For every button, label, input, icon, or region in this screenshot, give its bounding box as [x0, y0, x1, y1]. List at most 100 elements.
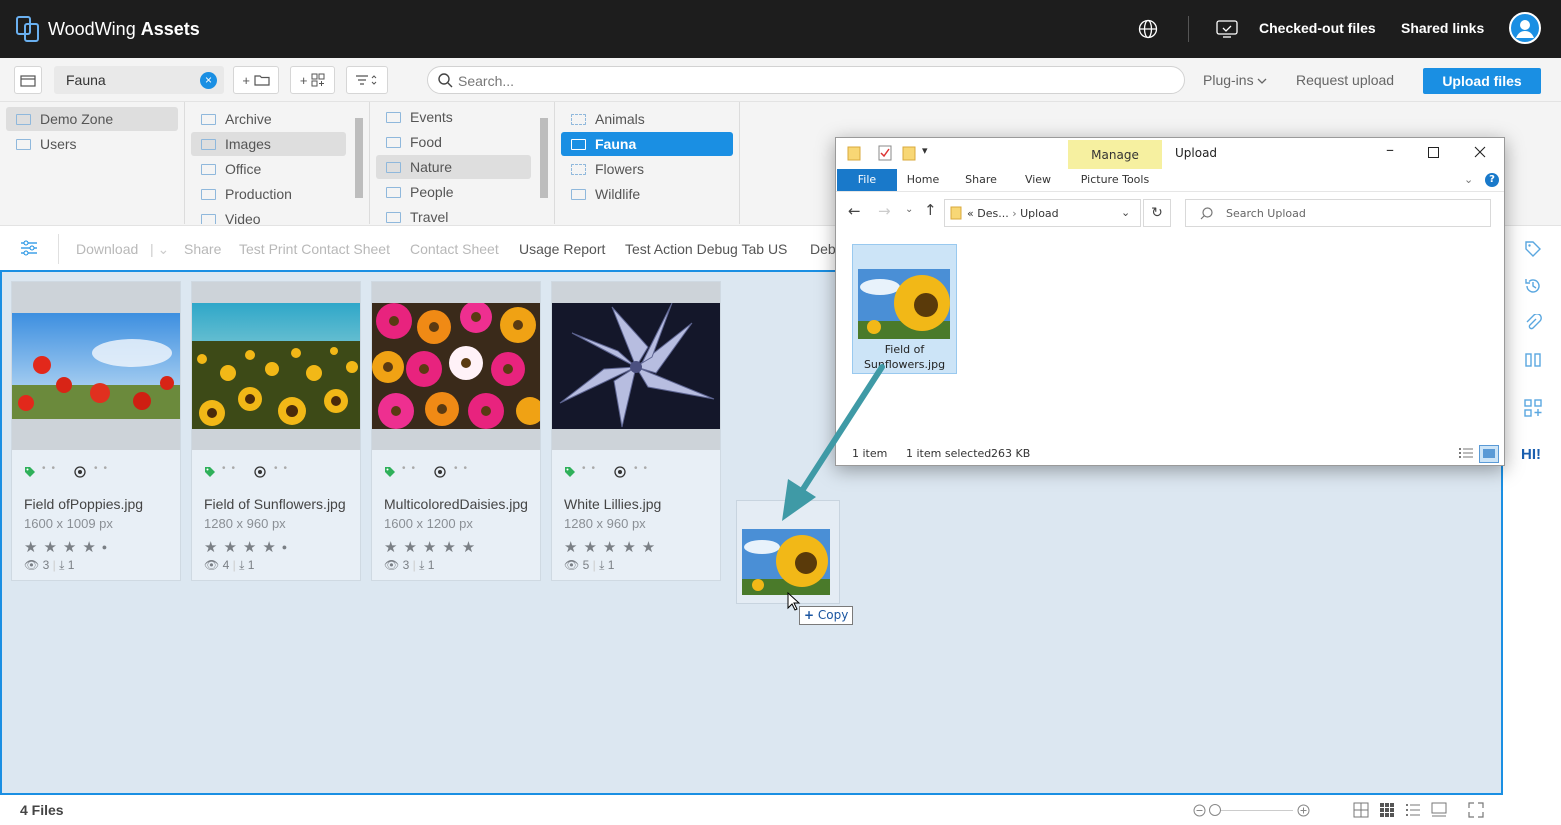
scrollbar[interactable] [353, 106, 365, 218]
metadata-dots: •• [634, 463, 654, 474]
book-icon[interactable] [1524, 351, 1542, 369]
file-card[interactable]: •• •• Field of Sunflowers.jpg 1280 x 960… [191, 281, 361, 581]
filter-icon[interactable] [20, 240, 38, 256]
globe-icon[interactable] [1138, 19, 1158, 39]
debug-action[interactable]: Deb [810, 241, 836, 257]
address-segment[interactable]: Upload [1020, 207, 1059, 220]
preview-view-icon[interactable] [1431, 802, 1447, 818]
collection-item[interactable]: Flowers [561, 157, 733, 181]
folder-item[interactable]: Users [6, 132, 178, 156]
explorer-search-input[interactable]: Search Upload [1185, 199, 1491, 227]
folder-item[interactable]: Wildlife [561, 182, 733, 206]
search-placeholder: Search... [458, 73, 515, 89]
recent-locations-dropdown[interactable]: ⌄ [905, 204, 913, 215]
folder-item-selected[interactable]: Fauna [561, 132, 733, 156]
picture-tools-tab[interactable]: Picture Tools [1068, 169, 1162, 191]
star-rating[interactable]: ★★★★● [204, 538, 293, 556]
refresh-button[interactable]: ↻ [1143, 199, 1171, 227]
view-tab[interactable]: View [1016, 169, 1060, 191]
list-view-icon[interactable] [1405, 802, 1421, 818]
contact-sheet-action[interactable]: Contact Sheet [410, 241, 499, 257]
grid-small-view-icon[interactable] [1379, 802, 1395, 818]
zoom-out-icon[interactable] [1193, 804, 1206, 817]
eye-icon: 👁 [204, 558, 220, 572]
zoom-slider[interactable] [1215, 810, 1293, 811]
hi-plugin-button[interactable]: HI! [1521, 446, 1541, 463]
file-tab[interactable]: File [837, 169, 897, 191]
folder-item[interactable]: Nature [376, 155, 531, 179]
right-sidebar: HI! [1503, 226, 1561, 796]
test-action-debug-tab-action[interactable]: Test Action Debug Tab US [625, 241, 787, 257]
file-card[interactable]: •• •• MulticoloredDaisies.jpg 1600 x 120… [371, 281, 541, 581]
minimize-button[interactable]: – [1382, 140, 1398, 164]
file-dimensions: 1600 x 1200 px [384, 516, 473, 531]
clear-breadcrumb-button[interactable]: × [200, 72, 217, 89]
share-tab[interactable]: Share [958, 169, 1004, 191]
large-icons-view-icon[interactable] [1479, 445, 1499, 463]
maximize-icon[interactable] [1428, 147, 1439, 158]
request-upload-link[interactable]: Request upload [1296, 72, 1394, 88]
address-segment[interactable]: Des... [977, 207, 1008, 220]
collection-add-icon[interactable] [1524, 399, 1542, 417]
download-dropdown[interactable]: | ⌄ [150, 241, 169, 258]
grid-large-view-icon[interactable] [1353, 802, 1369, 818]
file-card[interactable]: •• •• White Lillies.jpg 1280 x 960 px ★★… [551, 281, 721, 581]
zoom-in-icon[interactable] [1297, 804, 1310, 817]
zoom-slider-handle[interactable] [1209, 804, 1221, 816]
folder-item[interactable]: Production [191, 182, 346, 206]
close-icon[interactable] [1474, 146, 1486, 158]
folder-item[interactable]: Images [191, 132, 346, 156]
folder-item[interactable]: Archive [191, 107, 346, 131]
folder-icon [386, 137, 401, 148]
folder-item[interactable]: Travel [376, 205, 531, 224]
history-icon[interactable] [1524, 277, 1542, 295]
user-avatar-icon[interactable] [1509, 12, 1541, 44]
collection-item[interactable]: Animals [561, 107, 733, 131]
folder-column-3: Events Food Nature People Travel [370, 102, 555, 224]
test-print-contact-sheet-action[interactable]: Test Print Contact Sheet [239, 241, 390, 257]
tag-icon[interactable] [1524, 240, 1542, 258]
new-folder-icon[interactable] [902, 145, 916, 161]
folder-icon [201, 139, 216, 150]
usage-report-action[interactable]: Usage Report [519, 241, 605, 257]
help-icon[interactable]: ? [1485, 173, 1499, 187]
folder-item[interactable]: Events [376, 105, 531, 129]
share-action[interactable]: Share [184, 241, 221, 257]
add-folder-button[interactable]: + [233, 66, 279, 94]
manage-label: Manage [1091, 148, 1139, 162]
sort-button[interactable] [346, 66, 388, 94]
star-rating[interactable]: ★★★★● [24, 538, 113, 556]
folder-item[interactable]: Demo Zone [6, 107, 178, 131]
folder-column-4: Animals Fauna Flowers Wildlife [555, 102, 740, 224]
ribbon-expand[interactable]: ⌄ [1464, 173, 1473, 186]
properties-icon[interactable] [878, 145, 892, 161]
home-tab[interactable]: Home [900, 169, 946, 191]
eye-icon: 👁 [24, 558, 40, 572]
address-bar[interactable]: « Des... › Upload ⌄ [944, 199, 1141, 227]
shared-links-link[interactable]: Shared links [1401, 20, 1484, 36]
star-rating[interactable]: ★★★★★ [564, 538, 661, 556]
star-rating[interactable]: ★★★★★ [384, 538, 481, 556]
paperclip-icon[interactable] [1524, 314, 1542, 332]
scrollbar[interactable] [538, 106, 550, 218]
download-action[interactable]: Download [76, 241, 138, 257]
upload-files-button[interactable]: Upload files [1423, 68, 1541, 94]
checked-out-files-link[interactable]: Checked-out files [1259, 20, 1376, 36]
forward-button[interactable]: → [878, 202, 891, 220]
up-button[interactable]: ↑ [924, 201, 937, 219]
add-collection-button[interactable]: + [290, 66, 335, 94]
file-card[interactable]: •• •• Field ofPoppies.jpg 1600 x 1009 px… [11, 281, 181, 581]
folder-item[interactable]: Video [191, 207, 346, 224]
toggle-folders-button[interactable] [14, 66, 42, 94]
details-view-icon[interactable] [1458, 447, 1474, 460]
address-dropdown[interactable]: ⌄ [1121, 206, 1130, 219]
folder-item[interactable]: Food [376, 130, 531, 154]
quick-access-dropdown[interactable]: ▾ [922, 144, 928, 157]
folder-item[interactable]: Office [191, 157, 346, 181]
folder-item[interactable]: People [376, 180, 531, 204]
back-button[interactable]: ← [848, 202, 861, 220]
search-input[interactable]: Search... [427, 66, 1185, 94]
plugins-menu[interactable]: Plug-ins [1203, 72, 1267, 88]
fullscreen-icon[interactable] [1468, 802, 1484, 818]
file-explorer-window: ▾ Manage Upload – File Home Share View P… [835, 137, 1505, 466]
